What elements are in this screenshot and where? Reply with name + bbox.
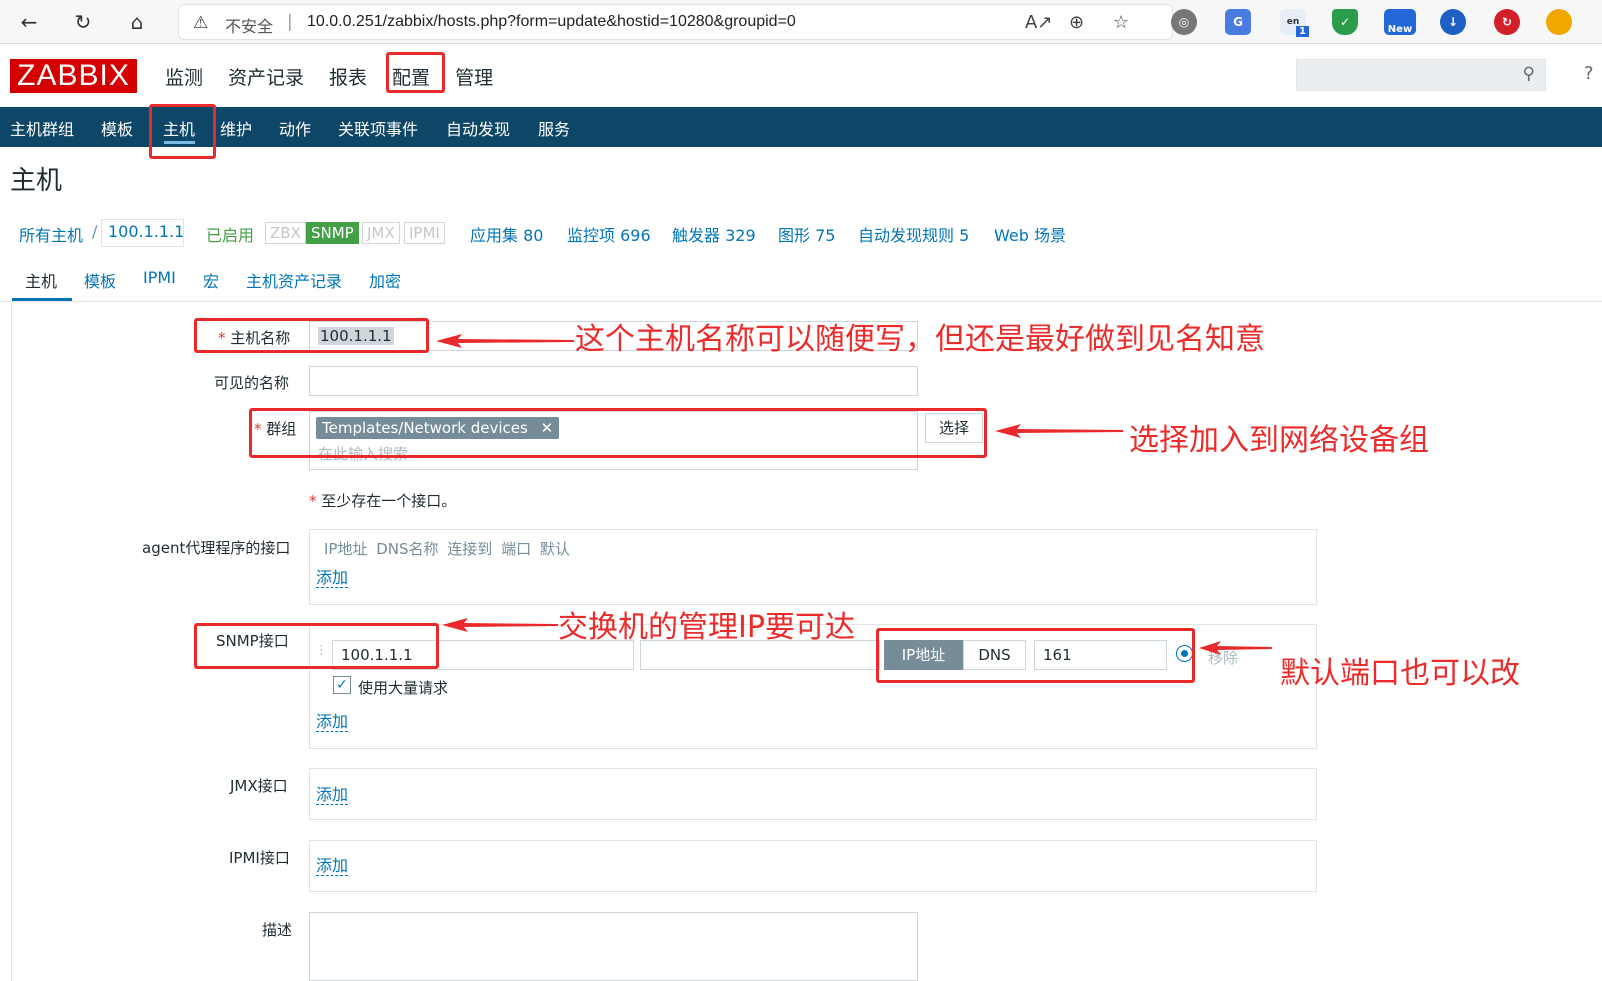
availability-ipmi: IPMI [404,222,445,244]
favorite-icon[interactable]: ☆ [1113,12,1129,33]
new-extension-icon[interactable]: New [1384,9,1416,35]
page-title: 主机 [10,166,63,196]
address-bar[interactable]: ⚠ 不安全 | 10.0.0.251/zabbix/hosts.php?form… [178,4,1173,40]
annotation-snmp-ip: 交换机的管理IP要可达 [558,610,855,645]
highlight-configuration-menu [386,52,445,93]
extension-red-icon[interactable]: ↻ [1494,9,1520,35]
sub-navigation: 主机群组 模板 主机 维护 动作 关联项事件 自动发现 服务 [0,107,1602,147]
ipmi-interfaces-label: IPMI接口 [229,849,290,867]
description-label: 描述 [262,921,293,939]
subnav-discovery[interactable]: 自动发现 [446,116,510,140]
breadcrumb-separator: / [92,222,98,241]
jmx-interfaces-box [309,768,1317,820]
interface-note-text: 至少存在一个接口。 [321,492,457,510]
tab-encryption[interactable]: 加密 [369,268,401,292]
shield-icon[interactable]: ✓ [1332,9,1358,35]
annotation-groups: 选择加入到网络设备组 [1129,423,1429,458]
language-extension-icon[interactable]: en 1 [1280,9,1309,37]
download-icon[interactable]: ↓ [1440,9,1466,35]
breadcrumb-host[interactable]: 100.1.1.1 [108,222,184,241]
arrow-groups [995,424,1123,438]
form-tabs: 主机 模板 IPMI 宏 主机资产记录 加密 [0,258,1602,302]
tab-inventory[interactable]: 主机资产记录 [246,268,342,292]
add-jmx-interface-link[interactable]: 添加 [316,786,349,805]
search-icon[interactable]: ⚲ [1523,64,1535,84]
tab-ipmi[interactable]: IPMI [143,268,176,287]
add-agent-interface-link[interactable]: 添加 [316,569,349,588]
availability-snmp: SNMP [306,222,359,244]
note-required-star: * [309,492,317,510]
read-aloud-icon[interactable]: A↗ [1025,12,1052,33]
ipmi-interfaces-box [309,840,1317,892]
address-separator: | [287,12,293,32]
arrow-snmp-ip [442,618,558,632]
link-graphs[interactable]: 图形 75 [778,222,835,246]
arrow-snmp-port [1199,641,1272,655]
highlight-snmp-port [876,628,1195,683]
bulk-requests-label: 使用大量请求 [358,679,449,697]
highlight-host-name [194,318,429,353]
annotation-host-name: 这个主机名称可以随便写，但还是最好做到见名知意 [575,322,1265,357]
agent-interfaces-label: agent代理程序的接口 [142,539,291,557]
extension-badge: 1 [1296,26,1309,37]
link-triggers[interactable]: 触发器 329 [672,222,756,246]
top-menu: 监测 资产记录 报表 配置 管理 [165,63,518,90]
insecure-label: 不安全 [225,17,274,36]
bulk-requests-checkbox[interactable]: ✓ [333,676,351,694]
new-extension-label: New [1387,24,1413,35]
global-search-input[interactable]: ⚲ [1296,59,1546,91]
menu-monitoring[interactable]: 监测 [165,63,203,90]
zabbix-logo[interactable]: ZABBIX [10,59,137,93]
active-tab-indicator [12,298,72,301]
link-applications[interactable]: 应用集 80 [470,222,543,246]
link-items[interactable]: 监控项 696 [567,222,651,246]
url-text[interactable]: 10.0.0.251/zabbix/hosts.php?form=update&… [307,13,796,31]
add-ipmi-interface-link[interactable]: 添加 [316,857,349,876]
jmx-interfaces-label: JMX接口 [230,777,288,795]
menu-inventory[interactable]: 资产记录 [228,63,304,90]
arrow-host-name [436,334,574,348]
interface-note: * 至少存在一个接口。 [309,490,456,511]
annotation-snmp-port: 默认端口也可以改 [1280,656,1520,691]
availability-jmx: JMX [362,222,400,244]
warning-icon: ⚠ [193,13,209,33]
browser-toolbar: ← ↻ ⌂ ⚠ 不安全 | 10.0.0.251/zabbix/hosts.ph… [0,0,1602,44]
subnav-maintenance[interactable]: 维护 [220,116,252,140]
highlight-snmp-ip [194,623,439,669]
visible-name-label: 可见的名称 [214,374,290,392]
back-icon[interactable]: ← [14,8,44,36]
link-web-scenarios[interactable]: Web 场景 [994,222,1066,246]
add-snmp-interface-link[interactable]: 添加 [316,713,349,732]
tab-host[interactable]: 主机 [25,268,57,292]
profile-icon[interactable] [1546,9,1572,35]
subnav-actions[interactable]: 动作 [279,116,311,140]
translate-icon[interactable]: G [1225,9,1251,35]
subnav-templates[interactable]: 模板 [101,116,133,140]
zoom-icon[interactable]: ⊕ [1069,12,1084,33]
breadcrumb-all-hosts[interactable]: 所有主机 [19,222,83,246]
subnav-host-groups[interactable]: 主机群组 [10,116,74,140]
extension-icon[interactable]: ◎ [1171,9,1197,35]
highlight-groups [249,408,987,458]
subnav-correlation[interactable]: 关联项事件 [338,116,418,140]
tab-templates[interactable]: 模板 [84,268,116,292]
tab-macros[interactable]: 宏 [203,268,219,292]
highlight-hosts-subnav [149,104,216,159]
reload-icon[interactable]: ↻ [68,8,98,36]
availability-zbx: ZBX [265,222,306,244]
zabbix-header: ZABBIX 监测 资产记录 报表 配置 管理 ⚲ ? [0,45,1602,107]
visible-name-field[interactable] [309,366,918,396]
menu-administration[interactable]: 管理 [455,63,493,90]
description-textarea[interactable] [309,912,918,981]
help-icon[interactable]: ? [1584,63,1594,84]
interface-column-headers: IP地址 DNS名称 连接到 端口 默认 [324,540,570,558]
subnav-services[interactable]: 服务 [538,116,570,140]
home-icon[interactable]: ⌂ [122,8,152,36]
menu-reports[interactable]: 报表 [329,63,367,90]
link-discovery-rules[interactable]: 自动发现规则 5 [858,222,969,246]
status-enabled[interactable]: 已启用 [206,222,254,246]
